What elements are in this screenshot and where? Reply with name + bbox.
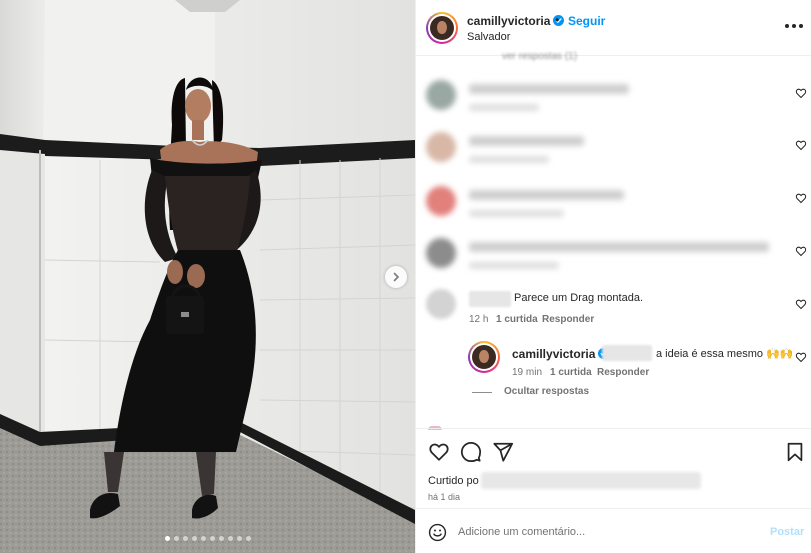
bookmark-icon[interactable]	[784, 441, 806, 463]
carousel-dot	[227, 536, 233, 541]
comment-text: Parece um Drag montada.	[514, 292, 644, 304]
post-time-ago[interactable]: há 1 dia	[428, 492, 460, 502]
comment-avatar[interactable]	[426, 80, 456, 110]
comment-text-redacted	[469, 84, 629, 94]
comment-like-icon[interactable]	[795, 245, 807, 257]
reply-text: a ideia é essa mesmo 🙌🙌	[656, 348, 794, 360]
comment-text-redacted	[469, 242, 769, 252]
follow-button[interactable]: Seguir	[568, 14, 605, 28]
reply-username-link[interactable]: camillyvictoria	[512, 347, 610, 361]
comment-avatar[interactable]	[426, 289, 456, 319]
comment-like-icon[interactable]	[795, 192, 807, 204]
blurred-comment	[416, 74, 811, 126]
heart-icon[interactable]	[428, 441, 450, 463]
comment-avatar[interactable]	[426, 186, 456, 216]
comment-avatar[interactable]	[426, 132, 456, 162]
author-avatar[interactable]	[426, 12, 458, 44]
comment-like-icon[interactable]	[795, 298, 807, 310]
comment-text-redacted	[469, 190, 624, 200]
add-comment-bar: Postar	[416, 508, 811, 553]
carousel-dot	[218, 536, 224, 541]
comment-input[interactable]	[458, 522, 758, 542]
view-replies-link[interactable]: ver respostas (1)	[502, 51, 577, 62]
comment-icon[interactable]	[460, 441, 482, 463]
post-photo[interactable]	[0, 0, 415, 553]
post-header: camillyvictoria • Seguir Salvador	[416, 0, 811, 56]
blurred-comment	[416, 232, 811, 284]
post-location[interactable]: Salvador	[467, 31, 510, 43]
carousel-dot	[236, 536, 242, 541]
carousel-dot	[191, 536, 197, 541]
post-details-panel: camillyvictoria • Seguir Salvador ver re…	[415, 0, 811, 553]
blurred-comment	[416, 126, 811, 178]
author-username: camillyvictoria	[467, 14, 551, 28]
reply-username: camillyvictoria	[512, 347, 596, 361]
comment-like-icon[interactable]	[795, 87, 807, 99]
hide-replies-line	[472, 392, 492, 393]
reply-reply-button[interactable]: Responder	[597, 367, 649, 378]
comment-likes[interactable]: 1 curtida	[496, 314, 538, 325]
reply-avatar[interactable]	[468, 341, 500, 373]
comment-avatar[interactable]	[426, 238, 456, 268]
carousel-dot	[164, 536, 170, 541]
reply-likes[interactable]: 1 curtida	[550, 367, 592, 378]
mention-redacted[interactable]	[602, 345, 652, 361]
share-icon[interactable]	[492, 441, 514, 463]
comment-meta-redacted	[469, 210, 564, 217]
comment-meta-redacted	[469, 104, 539, 111]
more-horizontal-icon[interactable]	[782, 16, 806, 36]
comment-like-icon[interactable]	[795, 139, 807, 151]
carousel-dot	[173, 536, 179, 541]
hide-replies-button[interactable]: Ocultar respostas	[504, 386, 589, 397]
carousel-dot	[209, 536, 215, 541]
post-comment-button[interactable]: Postar	[770, 526, 804, 538]
comment-username-redacted[interactable]	[469, 291, 511, 307]
liked-by-prefix: Curtido po	[428, 475, 479, 487]
next-photo-button[interactable]	[385, 266, 407, 288]
carousel-dot	[245, 536, 251, 541]
emoji-icon[interactable]	[428, 523, 447, 542]
reply-time[interactable]: 19 min	[512, 367, 542, 378]
header-separator: •	[555, 13, 560, 27]
comment-text-redacted	[469, 136, 584, 146]
instagram-post: camillyvictoria • Seguir Salvador ver re…	[0, 0, 811, 553]
comment-meta-redacted	[469, 156, 549, 163]
carousel-dot	[200, 536, 206, 541]
photo-scene	[0, 0, 415, 553]
author-username-link[interactable]: camillyvictoria	[467, 14, 565, 28]
carousel-indicator	[0, 536, 415, 541]
comment-reply-button[interactable]: Responder	[542, 314, 594, 325]
chevron-right-icon	[393, 272, 400, 282]
reply-like-icon[interactable]	[795, 351, 807, 363]
comment-meta-redacted	[469, 262, 559, 269]
blurred-comment	[416, 180, 811, 232]
carousel-dot	[182, 536, 188, 541]
comment-time[interactable]: 12 h	[469, 314, 488, 325]
liked-by-redacted[interactable]	[481, 472, 701, 489]
